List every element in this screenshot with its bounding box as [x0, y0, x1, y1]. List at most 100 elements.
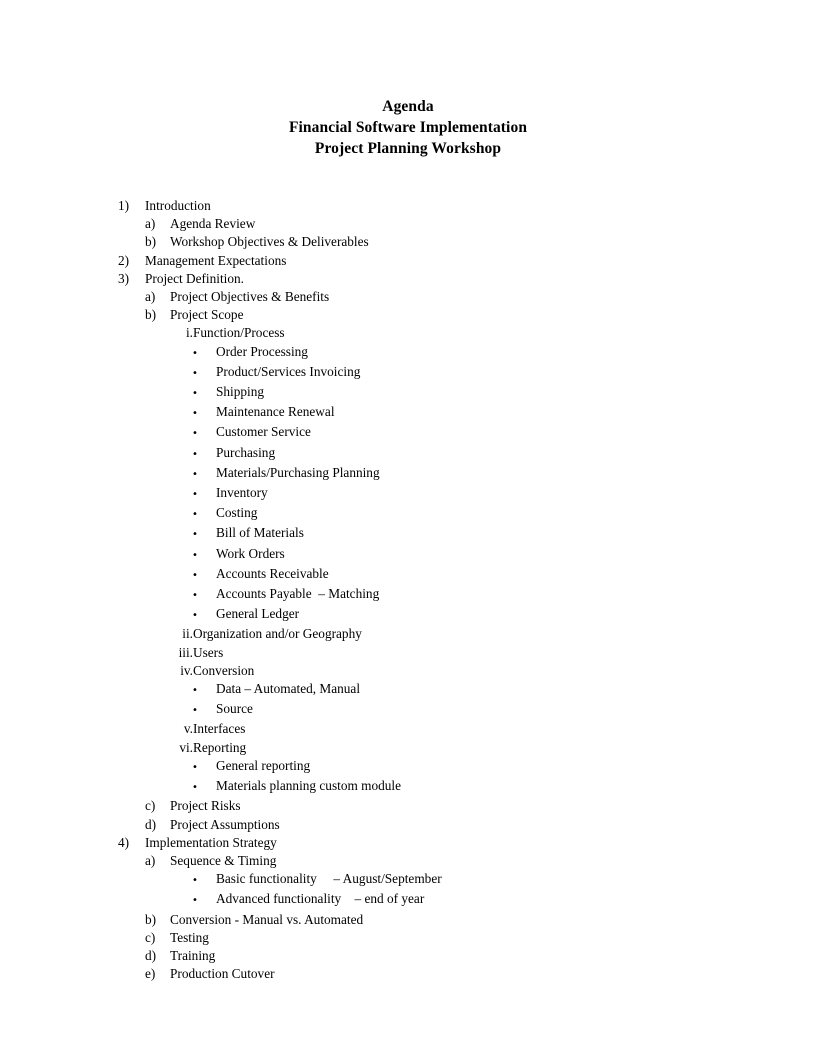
outline-item-label: Accounts Payable – Matching [216, 586, 380, 602]
outline-item-label: Shipping [216, 384, 265, 400]
outline-item-label: Testing [170, 929, 209, 945]
document-page: Agenda Financial Software Implementation… [0, 0, 816, 1056]
outline-item-label: Order Processing [216, 343, 308, 359]
outline-item: e) Production Cutover [0, 965, 816, 983]
outline-item: 3) Project Definition. [0, 270, 816, 288]
outline-item: vi. Reporting [0, 739, 816, 757]
outline-item: • Product/Services Invoicing [0, 363, 816, 383]
outline-item: • Accounts Receivable [0, 565, 816, 585]
outline-item-label: General Ledger [216, 606, 300, 622]
outline-item: a) Agenda Review [0, 215, 816, 233]
outline-item-label: Organization and/or Geography [193, 626, 362, 642]
outline-marker: d) [145, 947, 157, 963]
outline-item-label: Project Definition. [145, 270, 244, 286]
outline-item-label: Agenda Review [170, 216, 256, 232]
outline-item: • Maintenance Renewal [0, 403, 816, 423]
bullet-icon: • [192, 610, 198, 622]
outline-marker: a) [145, 216, 156, 232]
bullet-icon: • [192, 685, 198, 697]
outline-marker: c) [145, 798, 156, 814]
bullet-icon: • [192, 549, 198, 561]
bullet-icon: • [192, 509, 198, 521]
outline-item: • Data – Automated, Manual [0, 680, 816, 700]
outline-item: i. Function/Process [0, 324, 816, 342]
outline-marker: ii. [182, 626, 193, 642]
outline-item: a) Sequence & Timing [0, 852, 816, 870]
outline-item-label: Users [193, 644, 224, 660]
outline-marker: b) [145, 234, 157, 250]
outline-item: • Customer Service [0, 423, 816, 443]
bullet-icon: • [192, 590, 198, 602]
outline-item-label: Project Assumptions [170, 816, 280, 832]
outline-item: • Materials/Purchasing Planning [0, 464, 816, 484]
outline-item: • Purchasing [0, 444, 816, 464]
outline-item-label: Introduction [145, 198, 211, 213]
bullet-icon: • [192, 569, 198, 581]
outline-item-label: Maintenance Renewal [216, 404, 335, 420]
bullet-icon: • [192, 529, 198, 541]
outline-item: • Bill of Materials [0, 524, 816, 544]
outline-marker: c) [145, 929, 156, 945]
outline-item-label: Conversion [193, 662, 255, 678]
outline-item-label: Implementation Strategy [145, 834, 277, 850]
document-title-block: Agenda Financial Software Implementation… [0, 96, 816, 159]
outline-marker: b) [145, 911, 157, 927]
outline-item-label: Management Expectations [145, 252, 287, 268]
bullet-icon: • [192, 367, 198, 379]
outline-item-label: Source [216, 701, 253, 717]
outline-item-label: Advanced functionality – end of year [216, 891, 425, 907]
outline-item: b) Conversion - Manual vs. Automated [0, 911, 816, 929]
bullet-icon: • [192, 468, 198, 480]
outline-item: • Basic functionality – August/September [0, 870, 816, 890]
outline-item: 2) Management Expectations [0, 252, 816, 270]
outline-item: • Advanced functionality – end of year [0, 890, 816, 910]
outline-item-label: Sequence & Timing [170, 852, 277, 868]
outline-item: 1) Introduction [0, 197, 816, 215]
outline-marker: 1) [118, 198, 130, 213]
outline-marker: b) [145, 307, 157, 323]
outline-marker: a) [145, 289, 156, 305]
bullet-icon: • [192, 895, 198, 907]
bullet-icon: • [192, 705, 198, 717]
outline-marker: a) [145, 852, 156, 868]
outline-marker: 3) [118, 270, 130, 286]
outline-marker: 2) [118, 252, 130, 268]
outline-item: • Shipping [0, 383, 816, 403]
outline-item: iii. Users [0, 644, 816, 662]
outline-item: d) Project Assumptions [0, 816, 816, 834]
outline-item-label: Function/Process [193, 325, 285, 341]
outline-item: • Costing [0, 504, 816, 524]
outline-item-label: Bill of Materials [216, 525, 304, 541]
title-line-1: Agenda [382, 98, 434, 115]
outline-item: • Inventory [0, 484, 816, 504]
outline-item: • Accounts Payable – Matching [0, 585, 816, 605]
outline-marker: iv. [180, 662, 193, 678]
bullet-icon: • [192, 782, 198, 794]
title-line-3: Project Planning Workshop [314, 140, 502, 157]
outline-marker: iii. [178, 644, 193, 660]
bullet-icon: • [192, 347, 198, 359]
outline-item-label: Workshop Objectives & Deliverables [170, 234, 369, 250]
outline-item-label: Production Cutover [170, 966, 275, 982]
outline-item-label: Materials/Purchasing Planning [216, 464, 380, 480]
outline-item: • General Ledger [0, 605, 816, 625]
outline-item-label: Data – Automated, Manual [216, 681, 361, 697]
agenda-outline: 1) Introduction a) Agenda Review b) Workshop … [0, 197, 816, 983]
bullet-icon: • [192, 448, 198, 460]
outline-item: d) Training [0, 947, 816, 965]
outline-marker: v. [183, 721, 193, 737]
outline-item-label: Basic functionality – August/September [216, 871, 442, 887]
outline-item-label: Training [170, 947, 216, 963]
outline-item: c) Project Risks [0, 797, 816, 815]
title-line-2: Financial Software Implementation [288, 119, 528, 136]
outline-item-label: Costing [216, 505, 258, 521]
outline-item: 4) Implementation Strategy [0, 834, 816, 852]
bullet-icon: • [192, 875, 198, 887]
outline-item-label: Product/Services Invoicing [216, 363, 361, 379]
outline-item: b) Workshop Objectives & Deliverables [0, 233, 816, 251]
bullet-icon: • [192, 489, 198, 501]
outline-marker: vi. [179, 739, 193, 755]
outline-item-label: Inventory [216, 485, 268, 501]
outline-item-label: General reporting [216, 757, 311, 773]
outline-marker: 4) [118, 834, 130, 850]
